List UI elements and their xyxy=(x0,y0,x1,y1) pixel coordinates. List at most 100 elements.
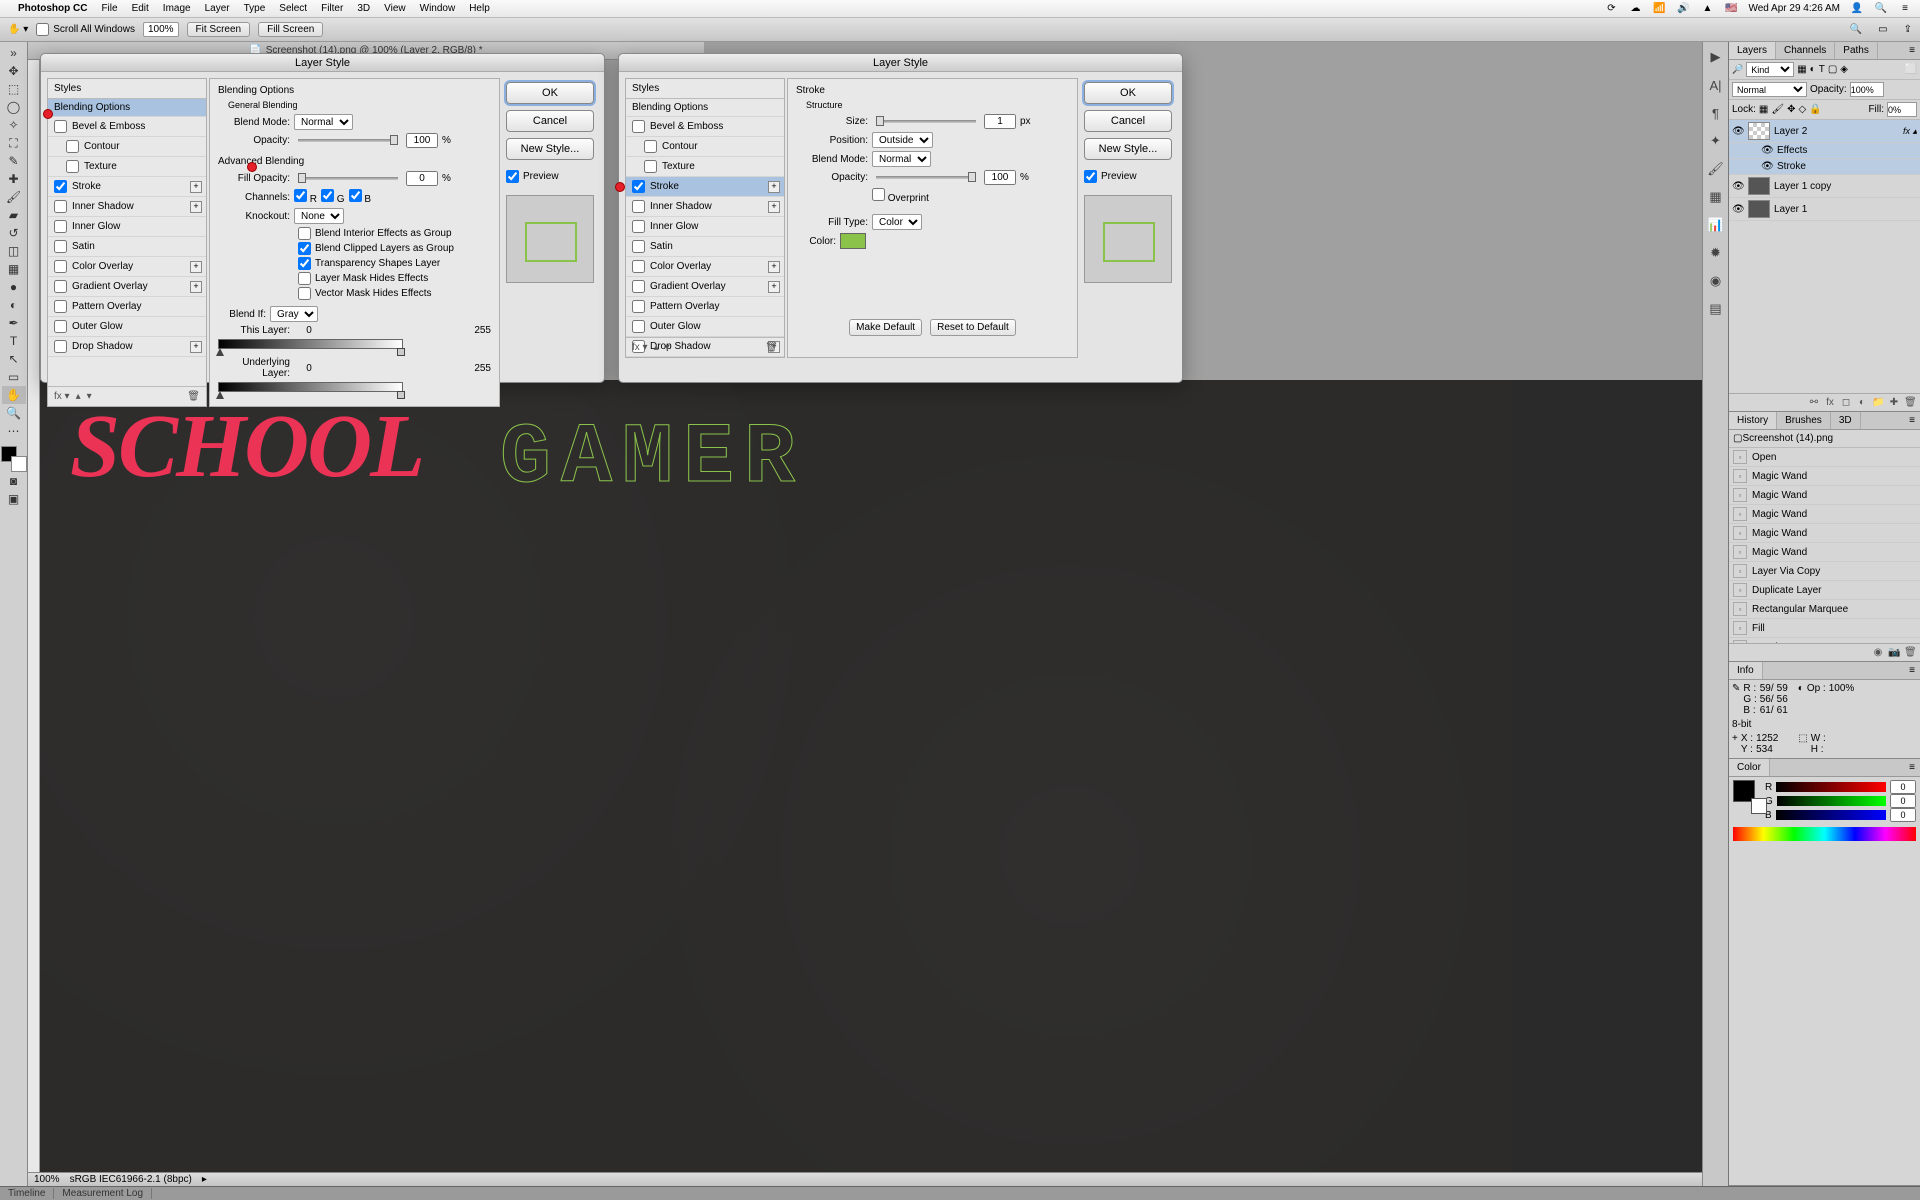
sync-icon[interactable]: ⟳ xyxy=(1604,2,1618,16)
bg-color-swatch[interactable] xyxy=(1751,798,1767,814)
up-icon[interactable]: ▴ xyxy=(76,391,81,402)
style-item-pattern-overlay[interactable]: Pattern Overlay xyxy=(48,297,206,317)
heal-tool-icon[interactable]: ✚ xyxy=(2,170,26,188)
brush-icon[interactable]: 🖌 xyxy=(1707,160,1725,178)
size-slider[interactable] xyxy=(876,120,976,123)
lock-trans-icon[interactable]: ▦ xyxy=(1759,104,1768,115)
history-item[interactable]: ▫Duplicate Layer xyxy=(1729,581,1920,600)
lock-all-icon[interactable]: 🔒 xyxy=(1809,104,1821,115)
cb-interior[interactable] xyxy=(298,227,311,240)
reset-default-button[interactable]: Reset to Default xyxy=(930,319,1016,336)
wifi-icon[interactable]: 📶 xyxy=(1652,2,1666,16)
menu-icon[interactable]: ≡ xyxy=(1898,2,1912,16)
history-item[interactable]: ▫Rectangular Marquee xyxy=(1729,600,1920,619)
new-style-button[interactable]: New Style... xyxy=(1084,138,1172,160)
new-style-button[interactable]: New Style... xyxy=(506,138,594,160)
play-icon[interactable]: ▶ xyxy=(1707,48,1725,66)
history-item[interactable]: ▫Layer Via Copy xyxy=(1729,562,1920,581)
history-item[interactable]: ▫Open xyxy=(1729,448,1920,467)
search-icon[interactable]: 🔍 xyxy=(1850,24,1862,35)
shape-tool-icon[interactable]: ▭ xyxy=(2,368,26,386)
filter-shape-icon[interactable]: ▢ xyxy=(1828,64,1837,75)
menu-file[interactable]: File xyxy=(101,3,117,14)
fx-add-icon[interactable]: fx xyxy=(1824,397,1836,408)
trash-icon[interactable]: 🗑 xyxy=(187,391,200,402)
tab-info[interactable]: Info xyxy=(1729,662,1763,679)
stroke-opacity-slider[interactable] xyxy=(876,176,976,179)
panel-menu-icon[interactable]: ≡ xyxy=(1904,412,1920,429)
add-style-icon[interactable]: + xyxy=(190,201,202,213)
add-style-icon[interactable]: + xyxy=(190,261,202,273)
marquee-tool-icon[interactable]: ⬚ xyxy=(2,80,26,98)
canvas[interactable]: SCHOOL GAMER xyxy=(40,380,1702,1172)
menu-select[interactable]: Select xyxy=(279,3,307,14)
style-item-gradient-overlay[interactable]: Gradient Overlay+ xyxy=(48,277,206,297)
cb-vectormask[interactable] xyxy=(298,287,311,300)
position-select[interactable]: Outside xyxy=(872,132,933,148)
cancel-button[interactable]: Cancel xyxy=(1084,110,1172,132)
r-input[interactable] xyxy=(1890,780,1916,794)
newlayer-icon[interactable]: ✚ xyxy=(1888,397,1900,408)
pen-tool-icon[interactable]: ✒ xyxy=(2,314,26,332)
visibility-icon[interactable]: 👁 xyxy=(1761,145,1773,156)
quickmask-icon[interactable]: ◙ xyxy=(2,472,26,490)
adjustments-icon[interactable]: ✹ xyxy=(1707,244,1725,262)
trash-icon[interactable]: 🗑 xyxy=(765,342,778,353)
share-icon[interactable]: ⇪ xyxy=(1904,24,1912,35)
channel-r[interactable]: R xyxy=(294,189,317,205)
tab-3d[interactable]: 3D xyxy=(1831,412,1861,429)
power-icon[interactable]: ▲ xyxy=(1700,2,1714,16)
volume-icon[interactable]: 🔊 xyxy=(1676,2,1690,16)
menu-help[interactable]: Help xyxy=(469,3,490,14)
style-item-satin[interactable]: Satin xyxy=(626,237,784,257)
make-default-button[interactable]: Make Default xyxy=(849,319,922,336)
menu-filter[interactable]: Filter xyxy=(321,3,343,14)
filter-smart-icon[interactable]: ◈ xyxy=(1840,64,1848,75)
panel-menu-icon[interactable]: ≡ xyxy=(1904,42,1920,59)
b-slider[interactable] xyxy=(1776,810,1886,820)
add-style-icon[interactable]: + xyxy=(190,281,202,293)
wand-tool-icon[interactable]: ✧ xyxy=(2,116,26,134)
fx-icon[interactable]: fx ▾ xyxy=(632,342,648,353)
trash-icon[interactable]: 🗑 xyxy=(1904,397,1916,408)
history-item[interactable]: ▫Magic Wand xyxy=(1729,505,1920,524)
g-slider[interactable] xyxy=(1777,796,1886,806)
tab-timeline[interactable]: Timeline xyxy=(0,1188,54,1199)
visibility-icon[interactable]: 👁 xyxy=(1732,126,1744,137)
cancel-button[interactable]: Cancel xyxy=(506,110,594,132)
stroke-color-swatch[interactable] xyxy=(840,233,866,249)
add-style-icon[interactable]: + xyxy=(190,341,202,353)
menu-layer[interactable]: Layer xyxy=(205,3,230,14)
layer-fill[interactable] xyxy=(1887,102,1917,117)
channel-b[interactable]: B xyxy=(349,189,371,205)
flag-icon[interactable]: 🇺🇸 xyxy=(1724,2,1738,16)
dodge-tool-icon[interactable]: ◐ xyxy=(2,296,26,314)
camera-icon[interactable]: 📷 xyxy=(1888,647,1900,658)
layer-kind[interactable]: Kind xyxy=(1746,62,1794,77)
brush-tool-icon[interactable]: 🖌 xyxy=(2,188,26,206)
history-item[interactable]: ▫Magic Wand xyxy=(1729,467,1920,486)
paragraph-icon[interactable]: ¶ xyxy=(1707,104,1725,122)
menu-3d[interactable]: 3D xyxy=(357,3,370,14)
fill-screen-button[interactable]: Fill Screen xyxy=(258,22,323,37)
blur-tool-icon[interactable]: ● xyxy=(2,278,26,296)
cb-clipped[interactable] xyxy=(298,242,311,255)
style-item-outer-glow[interactable]: Outer Glow xyxy=(48,317,206,337)
menu-window[interactable]: Window xyxy=(420,3,456,14)
hue-picker[interactable] xyxy=(1733,827,1916,841)
status-profile[interactable]: sRGB IEC61966-2.1 (8bpc) xyxy=(70,1174,192,1185)
blend-mode-select[interactable]: Normal xyxy=(294,114,353,130)
layer-mode[interactable]: Normal xyxy=(1732,82,1807,97)
style-item-inner-glow[interactable]: Inner Glow xyxy=(626,217,784,237)
layer-opacity[interactable] xyxy=(1850,82,1884,97)
cb-layermask[interactable] xyxy=(298,272,311,285)
layer-effect-stroke[interactable]: 👁Stroke xyxy=(1729,159,1920,175)
style-item-contour[interactable]: Contour xyxy=(48,137,206,157)
style-item-blending-options[interactable]: Blending Options xyxy=(626,99,784,117)
nav-icon[interactable]: ◉ xyxy=(1707,272,1725,290)
stamp-tool-icon[interactable]: ▰ xyxy=(2,206,26,224)
filter-toggle[interactable]: ⬜ xyxy=(1905,64,1917,75)
collapse-icon[interactable]: » xyxy=(2,44,26,62)
style-item-gradient-overlay[interactable]: Gradient Overlay+ xyxy=(626,277,784,297)
history-item[interactable]: ▫Magic Wand xyxy=(1729,486,1920,505)
